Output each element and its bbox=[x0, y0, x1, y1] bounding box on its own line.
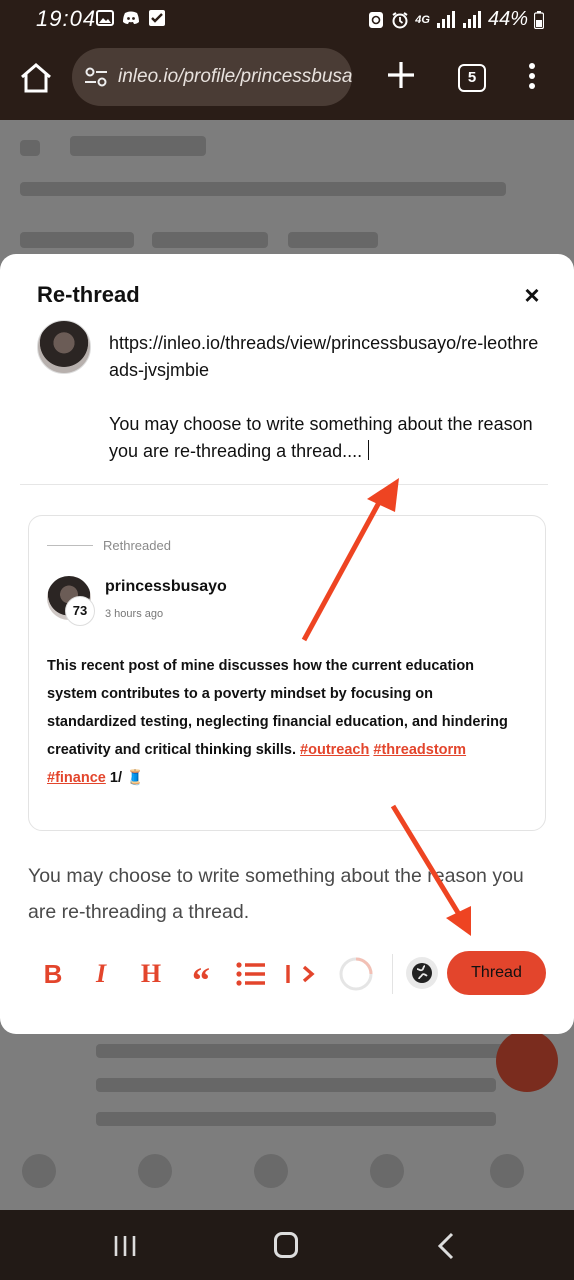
quoted-thread-card[interactable]: Rethreaded 73 princessbusayo 3 hours ago… bbox=[28, 515, 546, 831]
bold-button[interactable]: B bbox=[40, 958, 66, 990]
editor-toolbar: B I H “ Thread bbox=[0, 946, 574, 1002]
notification-icons bbox=[96, 9, 166, 27]
address-bar[interactable]: inleo.io/profile/princessbusayo bbox=[72, 48, 352, 106]
status-time: 19:04 bbox=[36, 6, 97, 31]
quote-button[interactable]: “ bbox=[186, 958, 216, 1000]
home-nav-icon[interactable] bbox=[274, 1232, 298, 1258]
bg-stat-3 bbox=[288, 232, 378, 248]
reputation-badge: 73 bbox=[65, 596, 95, 626]
compose-url: https://inleo.io/threads/view/princessbu… bbox=[109, 333, 539, 380]
bg-stat-1 bbox=[20, 232, 134, 248]
site-settings-icon[interactable] bbox=[84, 67, 108, 87]
bg-nav-search bbox=[138, 1154, 172, 1188]
heading-button[interactable]: H bbox=[136, 958, 166, 990]
list-icon[interactable] bbox=[234, 958, 268, 990]
browser-toolbar: inleo.io/profile/princessbusayo 5 bbox=[0, 38, 574, 120]
network-type: 4G bbox=[415, 13, 430, 26]
text-caret bbox=[368, 440, 370, 460]
battery-percent: 44% bbox=[487, 8, 528, 30]
bg-stat-2 bbox=[152, 232, 268, 248]
new-tab-icon[interactable] bbox=[384, 58, 418, 92]
modal-title: Re-thread bbox=[37, 282, 140, 307]
quoted-body: This recent post of mine discusses how t… bbox=[47, 652, 517, 792]
menu-icon[interactable] bbox=[522, 60, 542, 96]
recycle-icon bbox=[369, 11, 384, 28]
hashtag-link[interactable]: #threadstorm bbox=[373, 742, 466, 758]
hashtag-link[interactable]: #finance bbox=[47, 770, 106, 786]
bg-back-arrow bbox=[20, 140, 40, 156]
checkbox-icon bbox=[149, 10, 165, 26]
rethreaded-text: Rethreaded bbox=[103, 538, 171, 553]
toolbar-separator bbox=[392, 954, 393, 994]
rethread-hint: You may choose to write something about … bbox=[28, 865, 524, 923]
signal-icon bbox=[436, 10, 455, 28]
thread-submit-button[interactable]: Thread bbox=[447, 951, 546, 995]
bg-nav-profile bbox=[490, 1154, 524, 1188]
discord-icon bbox=[123, 11, 139, 24]
more-tools-icon[interactable] bbox=[284, 958, 320, 990]
quoted-timestamp: 3 hours ago bbox=[105, 608, 164, 620]
compose-note-text: You may choose to write something about … bbox=[109, 414, 533, 461]
home-icon[interactable] bbox=[18, 60, 54, 96]
compose-textarea[interactable]: https://inleo.io/threads/view/princessbu… bbox=[109, 330, 539, 465]
bg-post-line-2 bbox=[96, 1078, 496, 1092]
bg-nav-notifications bbox=[370, 1154, 404, 1188]
compose-note: You may choose to write something about … bbox=[109, 411, 539, 465]
alarm-icon bbox=[392, 11, 408, 28]
italic-button[interactable]: I bbox=[88, 958, 114, 990]
bg-nav-market bbox=[254, 1154, 288, 1188]
bg-bio bbox=[20, 182, 506, 196]
thread-index: 1/ 🧵 bbox=[109, 770, 145, 786]
status-bar: 19:04 4G 44% bbox=[0, 0, 574, 38]
globe-icon[interactable] bbox=[406, 957, 438, 989]
recent-apps-icon[interactable] bbox=[112, 1234, 138, 1258]
bg-post-line-1 bbox=[96, 1044, 506, 1058]
url-text[interactable]: inleo.io/profile/princessbusayo bbox=[118, 66, 352, 88]
signal-icon-2 bbox=[462, 10, 481, 28]
bg-profile-name bbox=[70, 136, 206, 156]
bg-compose-fab bbox=[496, 1030, 558, 1092]
bg-post-line-3 bbox=[96, 1112, 496, 1126]
image-icon bbox=[96, 10, 114, 26]
hashtag-link[interactable]: #outreach bbox=[300, 742, 369, 758]
bg-nav-home bbox=[22, 1154, 56, 1188]
rethread-modal: Re-thread × https://inleo.io/threads/vie… bbox=[0, 254, 574, 1034]
system-nav-bar bbox=[0, 1210, 574, 1280]
divider bbox=[20, 484, 548, 485]
bg-bottom-nav bbox=[0, 1140, 574, 1210]
tabs-icon[interactable]: 5 bbox=[458, 64, 486, 92]
quoted-username[interactable]: princessbusayo bbox=[105, 578, 227, 596]
back-icon[interactable] bbox=[436, 1232, 456, 1260]
rethreaded-label: Rethreaded bbox=[47, 538, 171, 553]
close-icon[interactable]: × bbox=[520, 282, 544, 308]
progress-ring-icon bbox=[339, 957, 373, 991]
battery-icon bbox=[534, 10, 544, 29]
status-right: 4G 44% bbox=[367, 8, 544, 31]
avatar bbox=[37, 320, 91, 374]
